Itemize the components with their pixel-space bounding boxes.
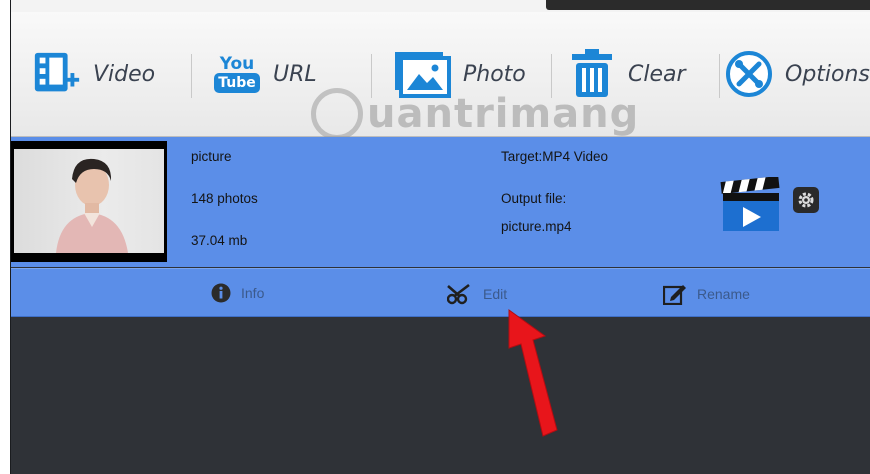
toolbar: Video You Tube URL Photo Clear Options u…: [11, 12, 870, 140]
thumbnail-image: [14, 149, 164, 253]
options-label: Options: [785, 61, 870, 87]
youtube-icon-bottom-text: Tube: [214, 73, 260, 93]
add-video-icon: [31, 46, 83, 102]
item-thumbnail: [11, 141, 167, 262]
info-icon: [211, 283, 231, 303]
url-button[interactable]: You Tube URL: [211, 44, 317, 104]
annotation-arrow: [508, 309, 558, 437]
scissors-icon: [447, 283, 470, 305]
photo-label: Photo: [463, 61, 526, 87]
app-window: Video You Tube URL Photo Clear Options u…: [10, 0, 870, 474]
youtube-icon: You Tube: [211, 46, 263, 102]
output-file-name: picture.mp4: [501, 219, 572, 234]
rename-label: Rename: [697, 286, 750, 302]
url-label: URL: [273, 61, 317, 87]
item-action-bar: Info Edit Rename: [11, 268, 870, 317]
toolbar-divider: [191, 54, 192, 98]
watermark: uantrimang: [311, 84, 639, 144]
gear-icon: [798, 192, 814, 208]
video-label: Video: [93, 61, 156, 87]
tools-icon: [723, 46, 775, 102]
toolbar-divider: [719, 54, 720, 98]
youtube-icon-top-text: You: [219, 54, 255, 74]
clear-label: Clear: [628, 61, 686, 87]
item-settings-button[interactable]: [793, 187, 819, 213]
info-button[interactable]: Info: [211, 283, 264, 303]
watermark-text: uantrimang: [367, 91, 640, 137]
item-size: 37.04 mb: [191, 233, 248, 248]
options-button[interactable]: Options: [723, 44, 870, 104]
rename-icon: [663, 285, 686, 305]
video-clapper-icon[interactable]: [719, 176, 781, 238]
output-file-label: Output file:: [501, 191, 567, 206]
rename-button[interactable]: Rename: [663, 283, 750, 305]
watermark-logo: [311, 88, 363, 140]
window-top-strip: [11, 0, 870, 12]
item-target-format: Target:MP4 Video: [501, 149, 609, 164]
add-video-button[interactable]: Video: [31, 44, 155, 104]
item-name: picture: [191, 149, 232, 164]
title-bar-fragment: [546, 0, 870, 10]
item-photo-count: 148 photos: [191, 191, 258, 206]
media-item-row[interactable]: picture 148 photos 37.04 mb Target:MP4 V…: [11, 137, 870, 267]
info-label: Info: [241, 285, 265, 301]
